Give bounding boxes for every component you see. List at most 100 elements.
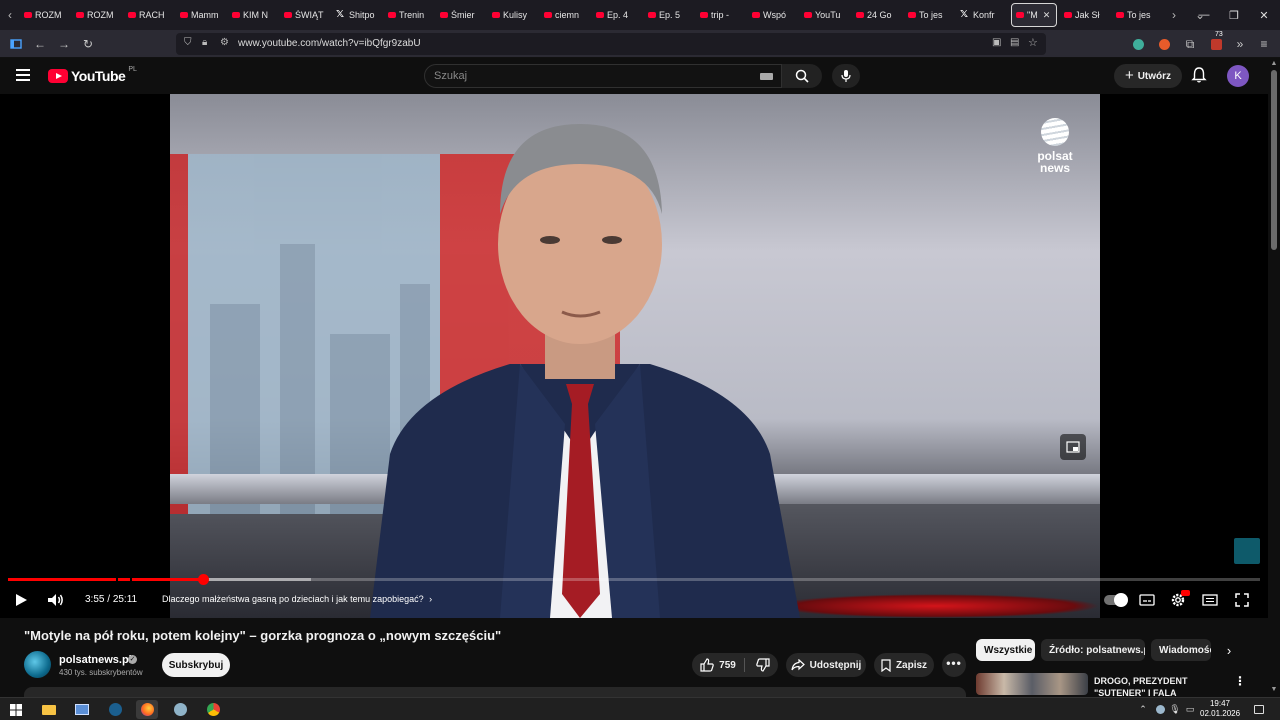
chrome-icon[interactable] (202, 700, 224, 719)
tab-before-7[interactable]: Trenin (384, 0, 436, 30)
bookmark-star-icon[interactable]: ☆ (1028, 36, 1038, 49)
channel-name[interactable]: polsatnews.pl (59, 654, 132, 666)
voice-search-button[interactable] (832, 64, 860, 88)
restore-window-icon[interactable]: ❐ (1218, 0, 1250, 30)
addon-badge-icon[interactable]: 73 (1206, 31, 1226, 54)
play-button[interactable] (10, 588, 32, 612)
tab-before-4[interactable]: KIM N (228, 0, 280, 30)
subscribe-button[interactable]: Subskrybuj (162, 653, 230, 677)
reader-view-icon[interactable]: ▤ (1010, 37, 1019, 48)
fullscreen-button[interactable] (1231, 588, 1253, 612)
chip-all[interactable]: Wszystkie (976, 639, 1035, 661)
tab-before-0[interactable]: ROZM (20, 0, 72, 30)
tab-before-16[interactable]: 24 Go (852, 0, 904, 30)
progress-bar[interactable] (8, 574, 1260, 585)
close-window-icon[interactable]: ✕ (1248, 0, 1280, 30)
lock-icon[interactable]: 🔒︎ (202, 37, 207, 48)
video-frame[interactable]: polsat news (170, 94, 1100, 618)
tab-before-3[interactable]: Mamm (176, 0, 228, 30)
subtitles-button[interactable] (1136, 588, 1158, 612)
like-button[interactable]: 759 (692, 653, 744, 677)
create-button[interactable]: + Utwórz (1114, 64, 1182, 88)
tab-before-17[interactable]: To jes (904, 0, 956, 30)
tab-before-11[interactable]: Ep. 4 (592, 0, 644, 30)
channel-avatar[interactable] (24, 651, 51, 678)
recommendation-thumbnail[interactable] (976, 673, 1088, 695)
notification-center-icon[interactable] (1248, 700, 1270, 719)
address-bar[interactable]: ⛉ 🔒︎ ⚙︎ www.youtube.com/watch?v=ibQfgr9z… (176, 33, 1046, 55)
tab-before-8[interactable]: Śmier (436, 0, 488, 30)
volume-button[interactable] (44, 588, 68, 612)
tab-before-18[interactable]: 𝕏 Konfr (956, 0, 1008, 30)
picture-in-picture-icon[interactable]: ▣ (992, 37, 1001, 48)
more-actions-button[interactable]: ••• (942, 653, 966, 677)
keyboard-icon[interactable] (760, 73, 773, 80)
guide-menu-icon[interactable] (16, 69, 30, 81)
permissions-icon[interactable]: ⚙︎ (220, 37, 229, 48)
close-tab-icon[interactable]: ✕ (1043, 10, 1051, 21)
overflow-chevron-icon[interactable]: » (1230, 34, 1250, 54)
scroll-up-icon[interactable]: ▲ (1270, 60, 1278, 67)
tab-before-14[interactable]: Wspó (748, 0, 800, 30)
steam-icon[interactable] (104, 700, 126, 719)
microphone-tray-icon[interactable]: 🎙︎ (1168, 700, 1182, 719)
tab-before-12[interactable]: Ep. 5 (644, 0, 696, 30)
sidebar-toggle-icon[interactable] (6, 34, 26, 54)
youtube-logo[interactable]: YouTube PL (48, 66, 137, 84)
shield-icon[interactable]: ⛉ (184, 37, 192, 48)
tab-before-13[interactable]: trip - (696, 0, 748, 30)
firefox-extension-icon[interactable] (1154, 34, 1174, 54)
tab-before-6[interactable]: 𝕏 Shitpo (332, 0, 384, 30)
notifications-bell-icon[interactable] (1190, 66, 1210, 86)
autoplay-toggle[interactable] (1104, 593, 1128, 607)
tray-app-icon[interactable] (1153, 700, 1167, 719)
search-input[interactable]: Szukaj (424, 64, 782, 88)
dislike-button[interactable] (748, 653, 778, 677)
scroll-down-icon[interactable]: ▼ (1270, 686, 1278, 693)
minimize-window-icon[interactable]: — (1188, 0, 1220, 30)
tab-before-10[interactable]: ciemn (540, 0, 592, 30)
tab-before-2[interactable]: RACH (124, 0, 176, 30)
windows-start-icon[interactable] (5, 700, 27, 719)
recommendation-menu-icon[interactable]: ⋮ (1234, 674, 1246, 688)
recommendation-title[interactable]: DROGO, PREZYDENT "SUTENER" I FALA UKRAIŃ… (1094, 675, 1224, 697)
description-box[interactable] (24, 687, 966, 697)
back-icon[interactable]: ← (30, 34, 50, 54)
computer-icon[interactable] (71, 700, 93, 719)
tab-before-1[interactable]: ROZM (72, 0, 124, 30)
tab-before-5[interactable]: ŚWIĄT (280, 0, 332, 30)
tab-after-0[interactable]: Jak Sł (1060, 0, 1112, 30)
reload-icon[interactable]: ↻ (78, 34, 98, 54)
tab-before-15[interactable]: YouTu (800, 0, 852, 30)
firefox-icon[interactable] (136, 700, 158, 719)
extensions-puzzle-icon[interactable]: ⧉ (1180, 34, 1200, 54)
share-button[interactable]: Udostępnij (786, 653, 866, 677)
channel-watermark[interactable] (1234, 538, 1260, 564)
chapter-title-button[interactable]: Dlaczego małżeństwa gasną po dzieciach i… (162, 594, 432, 604)
url-text[interactable]: www.youtube.com/watch?v=ibQfgr9zabU (238, 38, 421, 49)
video-player[interactable]: polsat news 3:55 / 25:11 Dlaczego małżeń… (0, 94, 1268, 618)
chip-news[interactable]: Wiadomości (1151, 639, 1211, 661)
save-button[interactable]: Zapisz (874, 653, 934, 677)
theater-mode-button[interactable] (1199, 588, 1221, 612)
tray-chevron-icon[interactable]: ⌃ (1136, 700, 1150, 719)
menu-icon[interactable]: ≡ (1254, 34, 1274, 54)
scrollbar-thumb[interactable] (1271, 70, 1277, 250)
miniplayer-icon[interactable] (1060, 434, 1086, 460)
vpn-app-icon[interactable] (169, 700, 191, 719)
forward-icon[interactable]: → (54, 34, 74, 54)
vpn-extension-icon[interactable] (1128, 34, 1148, 54)
chips-next-chevron-icon[interactable]: › (1220, 641, 1238, 659)
tab-after-1[interactable]: To jes (1112, 0, 1164, 30)
network-tray-icon[interactable]: ▭ (1183, 700, 1197, 719)
tab-scroll-right-icon[interactable]: › (1164, 0, 1184, 30)
chip-source[interactable]: Źródło: polsatnews.pl (1041, 639, 1145, 661)
file-explorer-icon[interactable] (38, 700, 60, 719)
tab-active[interactable]: "M ✕ (1011, 3, 1057, 27)
tab-scroll-left-icon[interactable]: ‹ (0, 0, 20, 30)
search-button[interactable] (782, 64, 822, 88)
settings-button[interactable] (1167, 588, 1190, 612)
page-scrollbar[interactable]: ▲ ▼ (1268, 58, 1280, 698)
tab-before-9[interactable]: Kulisy (488, 0, 540, 30)
account-avatar[interactable]: K (1227, 65, 1249, 87)
